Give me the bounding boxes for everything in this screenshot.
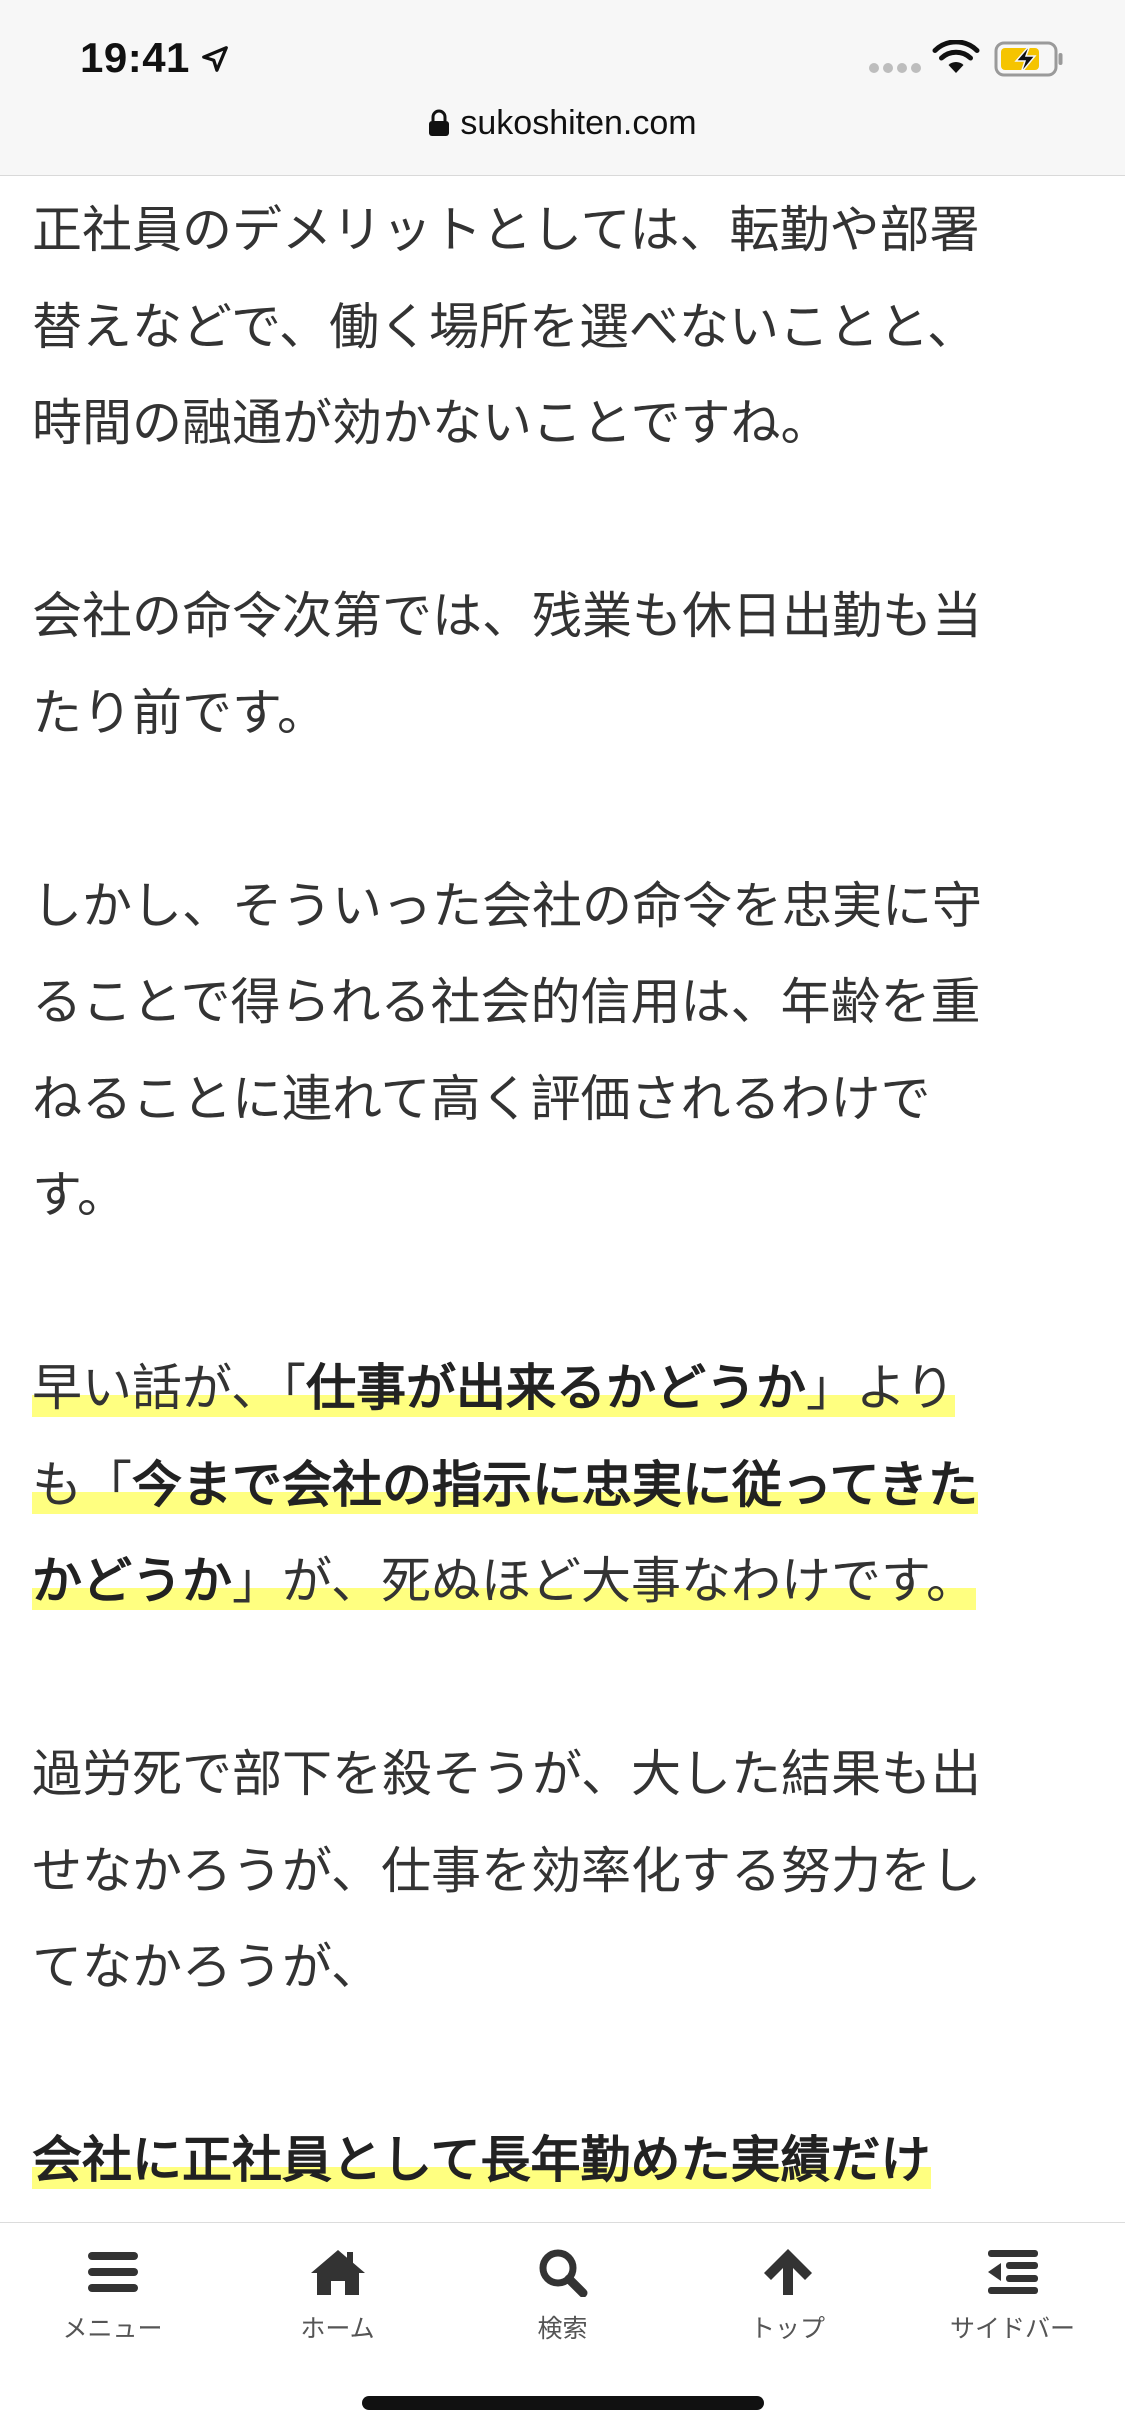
nav-label: メニュー xyxy=(62,2314,163,2343)
nav-home-button[interactable]: ホーム xyxy=(225,2247,450,2345)
highlight-line: も「今まで会社の指示に忠実に従ってきた xyxy=(32,1455,978,1514)
text-line: ることで得られる社会的信用は、年齢を重 xyxy=(32,973,981,1031)
text-span: 「 xyxy=(82,1455,132,1514)
paragraph-5: 過労死で部下を殺そうが、大した結果も出 せなかろうが、仕事を効率化する努力をし … xyxy=(32,1726,1092,2016)
text-span: 早い話が、 xyxy=(32,1359,281,1417)
paragraph-2: 会社の命令次第では、残業も休日出勤も当 たり前です。 xyxy=(32,568,1092,761)
highlighted-paragraph: 早い話が、「仕事が出来るかどうか」より も「今まで会社の指示に忠実に従ってきた … xyxy=(32,1340,1092,1630)
nav-top-button[interactable]: トップ xyxy=(675,2247,900,2345)
text-line: 会社の命令次第では、残業も休日出勤も当 xyxy=(32,587,982,645)
text-line: 正社員のデメリットとしては、転勤や部署 xyxy=(32,201,980,259)
browser-top-bar: 19:41 sukoshiten.com xyxy=(0,0,1125,176)
text-line: 時間の融通が効かないことですね。 xyxy=(32,394,831,452)
arrow-up-icon xyxy=(763,2249,812,2295)
text-line: せなかろうが、仕事を効率化する努力をし xyxy=(32,1841,981,1900)
address-bar[interactable]: sukoshiten.com xyxy=(0,104,1125,143)
nav-label: サイドバー xyxy=(949,2314,1075,2343)
bold-text: 今まで会社の指示に忠実に従ってきた xyxy=(132,1455,978,1514)
article-body: 正社員のデメリットとしては、転勤や部署 替えなどで、働く場所を選べないことと、 … xyxy=(32,182,1092,2209)
menu-icon xyxy=(87,2252,138,2292)
text-line: す。 xyxy=(32,1166,127,1224)
home-icon xyxy=(310,2250,365,2295)
nav-label: トップ xyxy=(749,2314,825,2343)
text-span: が、死ぬほど大事なわけです。 xyxy=(282,1552,976,1610)
search-icon xyxy=(539,2249,587,2297)
text-span: より xyxy=(856,1359,955,1417)
bold-text: 仕事が出来るかどうか xyxy=(306,1359,806,1417)
nav-menu-button[interactable]: メニュー xyxy=(0,2247,225,2345)
nav-label: 検索 xyxy=(537,2314,588,2343)
text-line: てなかろうが、 xyxy=(32,1938,381,1996)
paragraph-6: 会社に正社員として長年勤めた実績だけ xyxy=(32,2112,1092,2209)
status-time: 19:41 xyxy=(80,34,190,81)
text-line: 替えなどで、働く場所を選べないことと、 xyxy=(32,297,977,356)
signal-dots-icon xyxy=(869,63,921,73)
text-span: 」 xyxy=(232,1552,282,1610)
home-indicator[interactable] xyxy=(362,2396,764,2410)
url-domain: sukoshiten.com xyxy=(460,104,697,142)
nav-sidebar-button[interactable]: サイドバー xyxy=(900,2247,1125,2345)
paragraph-3: しかし、そういった会社の命令を忠実に守 ることで得られる社会的信用は、年齢を重 … xyxy=(32,858,1092,1244)
highlight-line: 会社に正社員として長年勤めた実績だけ xyxy=(32,2131,931,2189)
text-line: 過労死で部下を殺そうが、大した結果も出 xyxy=(32,1745,981,1803)
text-span: も xyxy=(32,1455,82,1514)
highlight-line: かどうか」が、死ぬほど大事なわけです。 xyxy=(32,1552,976,1610)
wifi-icon xyxy=(932,40,980,73)
location-arrow-icon xyxy=(202,46,228,72)
nav-search-button[interactable]: 検索 xyxy=(450,2247,675,2345)
lock-icon xyxy=(429,109,450,136)
paragraph-1: 正社員のデメリットとしては、転勤や部署 替えなどで、働く場所を選べないことと、 … xyxy=(32,182,1092,472)
sidebar-icon xyxy=(987,2250,1038,2294)
nav-label: ホーム xyxy=(300,2314,375,2343)
text-line: たり前です。 xyxy=(32,683,327,742)
text-line: ねることに連れて高く評価されるわけで xyxy=(32,1069,931,1128)
highlight-line: 早い話が、「仕事が出来るかどうか」より xyxy=(32,1359,955,1417)
bold-text: かどうか xyxy=(32,1552,232,1610)
text-line: しかし、そういった会社の命令を忠実に守 xyxy=(32,876,982,935)
text-span: 「 xyxy=(281,1359,306,1417)
battery-charging-icon xyxy=(994,41,1063,77)
text-span: 」 xyxy=(806,1359,856,1417)
